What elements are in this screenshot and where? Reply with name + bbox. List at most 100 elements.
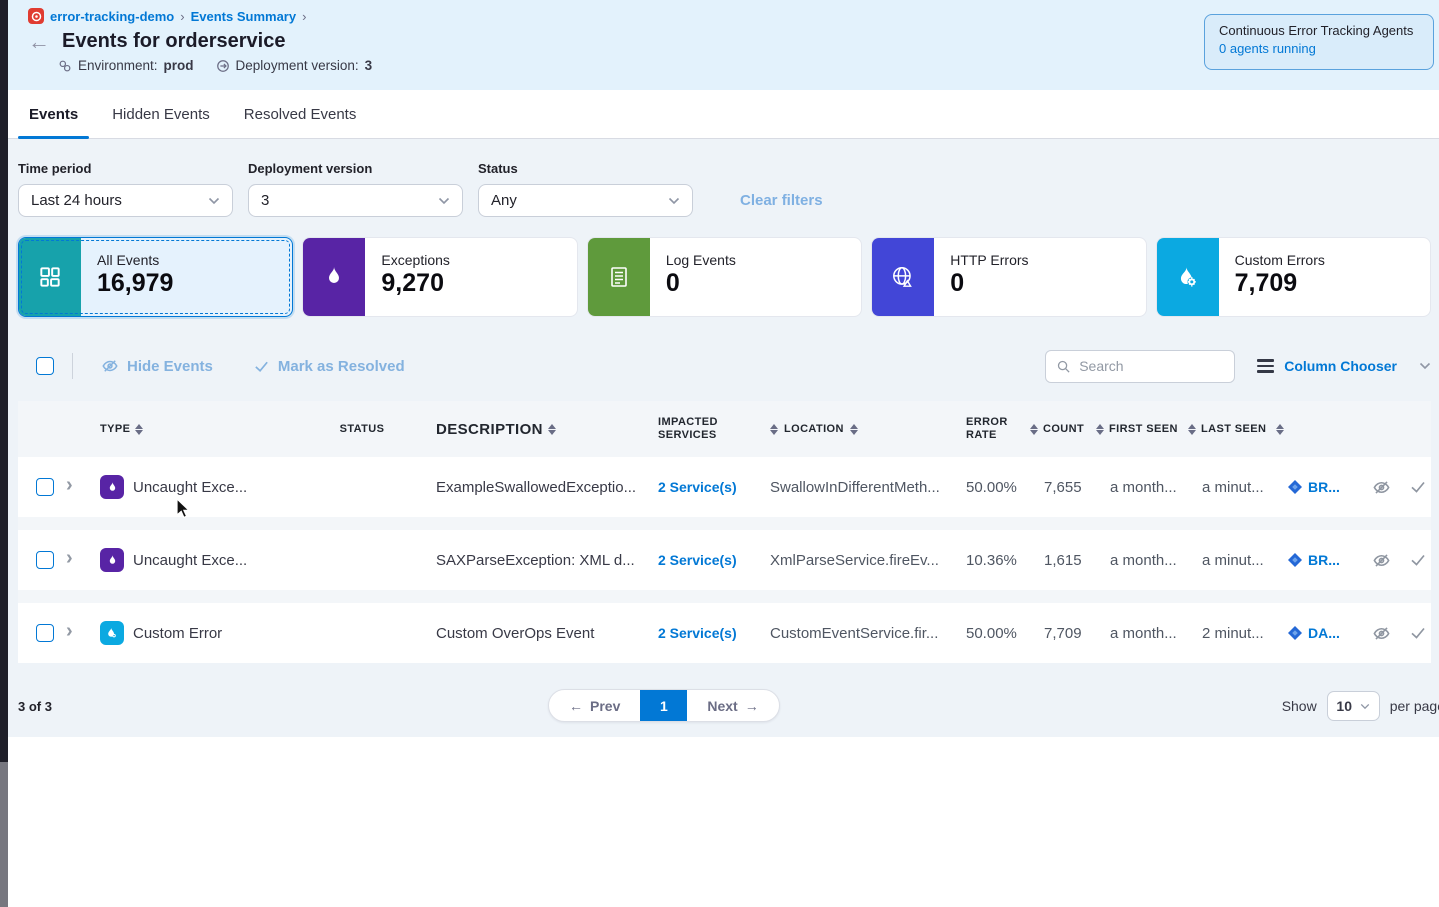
resolve-event-icon[interactable] <box>1409 478 1427 496</box>
stat-cards-row: All Events 16,979 Exceptions 9,270 L <box>18 237 1431 317</box>
deployment-value: 3 <box>365 58 373 73</box>
stat-card-exceptions[interactable]: Exceptions 9,270 <box>302 237 577 317</box>
expand-row-icon[interactable]: › <box>66 620 73 642</box>
sort-icon[interactable] <box>548 424 556 435</box>
back-arrow-icon[interactable]: ← <box>28 33 50 51</box>
clear-filters-button[interactable]: Clear filters <box>740 192 823 209</box>
search-input[interactable] <box>1079 358 1209 374</box>
first-seen-cell: a month... <box>1110 625 1202 642</box>
current-page-button[interactable]: 1 <box>640 690 687 721</box>
stat-card-all-events[interactable]: All Events 16,979 <box>18 237 293 317</box>
column-header-location: LOCATION <box>784 423 844 436</box>
ticket-link[interactable]: BR... <box>1288 479 1372 495</box>
select-all-checkbox[interactable] <box>36 357 54 375</box>
prev-page-button[interactable]: ← Prev <box>549 690 640 721</box>
sort-icon[interactable] <box>1188 424 1196 435</box>
breadcrumb-project-link[interactable]: error-tracking-demo <box>50 9 174 24</box>
row-checkbox[interactable] <box>36 551 54 569</box>
check-icon <box>253 358 270 375</box>
pagination-row: 3 of 3 ← Prev 1 Next → Show 10 <box>18 689 1431 723</box>
flame-gear-icon <box>1157 238 1219 316</box>
table-header-row: TYPE STATUS DESCRIPTION IMPACTED SERVICE… <box>18 401 1431 457</box>
error-rate-cell: 10.36% <box>966 552 1044 569</box>
expand-row-icon[interactable]: › <box>66 547 73 569</box>
environment-icon <box>58 59 72 73</box>
last-seen-cell: a minut... <box>1202 479 1288 496</box>
stat-card-label: All Events <box>97 252 173 268</box>
column-chooser-button[interactable]: Column Chooser <box>1257 358 1431 374</box>
column-header-status: STATUS <box>340 423 385 436</box>
sort-icon[interactable] <box>1276 424 1284 435</box>
chevron-down-icon <box>1419 362 1431 370</box>
row-checkbox[interactable] <box>36 478 54 496</box>
sort-icon[interactable] <box>135 424 143 435</box>
stat-card-http-errors[interactable]: HTTP Errors 0 <box>871 237 1146 317</box>
stat-card-value: 0 <box>666 269 736 298</box>
status-value: Any <box>491 192 517 209</box>
column-header-first-seen: FIRST SEEN <box>1109 423 1178 436</box>
show-label: Show <box>1282 698 1317 714</box>
tab-resolved-events[interactable]: Resolved Events <box>233 90 368 138</box>
stat-card-label: Custom Errors <box>1235 252 1325 268</box>
sidebar-edge-light <box>0 762 8 907</box>
deployment-version-select[interactable]: 3 <box>248 184 463 217</box>
table-row: › Uncaught Exce... ExampleSwallowedExcep… <box>18 457 1431 517</box>
sidebar-edge-dark <box>0 0 8 762</box>
deployment-version-value: 3 <box>261 192 269 209</box>
mark-resolved-button[interactable]: Mark as Resolved <box>253 358 405 375</box>
error-rate-cell: 50.00% <box>966 625 1044 642</box>
jira-diamond-icon <box>1288 553 1302 567</box>
impacted-services-link[interactable]: 2 Service(s) <box>658 625 737 641</box>
last-seen-cell: 2 minut... <box>1202 625 1288 642</box>
environment-value: prod <box>164 58 194 73</box>
stat-card-label: Exceptions <box>381 252 449 268</box>
count-cell: 1,615 <box>1044 552 1110 569</box>
hide-events-button[interactable]: Hide Events <box>101 357 213 375</box>
resolve-event-icon[interactable] <box>1409 551 1427 569</box>
ticket-link[interactable]: DA... <box>1288 625 1372 641</box>
next-page-button[interactable]: Next → <box>687 690 778 721</box>
deployment-version-label: Deployment version <box>248 161 463 176</box>
search-icon <box>1056 359 1071 374</box>
column-header-type: TYPE <box>100 423 130 436</box>
main-content: Time period Last 24 hours Deployment ver… <box>8 139 1439 737</box>
sort-icon[interactable] <box>770 424 778 435</box>
deployment-meta: Deployment version: 3 <box>216 58 373 73</box>
toolbar-divider <box>72 353 73 379</box>
exception-flame-icon <box>100 475 124 499</box>
time-period-select[interactable]: Last 24 hours <box>18 184 233 217</box>
status-filter-label: Status <box>478 161 693 176</box>
error-tracking-logo-icon <box>28 8 44 24</box>
impacted-services-link[interactable]: 2 Service(s) <box>658 552 737 568</box>
hide-event-icon[interactable] <box>1372 624 1391 643</box>
stat-card-custom-errors[interactable]: Custom Errors 7,709 <box>1156 237 1431 317</box>
sort-icon[interactable] <box>1030 424 1038 435</box>
page-size-select[interactable]: 10 <box>1327 691 1380 721</box>
chevron-down-icon <box>1360 703 1370 710</box>
impacted-services-link[interactable]: 2 Service(s) <box>658 479 737 495</box>
expand-row-icon[interactable]: › <box>66 474 73 496</box>
page-title: Events for orderservice <box>62 30 285 53</box>
pager: ← Prev 1 Next → <box>548 689 780 722</box>
ticket-link[interactable]: BR... <box>1288 552 1372 568</box>
row-checkbox[interactable] <box>36 624 54 642</box>
filters-row: Time period Last 24 hours Deployment ver… <box>18 161 1431 217</box>
chevron-down-icon <box>668 197 680 205</box>
hide-event-icon[interactable] <box>1372 551 1391 570</box>
error-tracking-page: error-tracking-demo › Events Summary › ←… <box>8 0 1439 907</box>
stat-card-value: 7,709 <box>1235 269 1325 298</box>
breadcrumb-section-link[interactable]: Events Summary <box>191 9 297 24</box>
status-select[interactable]: Any <box>478 184 693 217</box>
tab-hidden-events[interactable]: Hidden Events <box>101 90 221 138</box>
tab-events[interactable]: Events <box>18 90 89 138</box>
table-row: › Uncaught Exce... SAXParseException: XM… <box>18 530 1431 590</box>
error-rate-cell: 50.00% <box>966 479 1044 496</box>
sort-icon[interactable] <box>850 424 858 435</box>
hide-event-icon[interactable] <box>1372 478 1391 497</box>
resolve-event-icon[interactable] <box>1409 624 1427 642</box>
document-icon <box>588 238 650 316</box>
sort-icon[interactable] <box>1096 424 1104 435</box>
grid-icon <box>19 238 81 316</box>
agents-running-link[interactable]: 0 agents running <box>1219 41 1419 56</box>
stat-card-log-events[interactable]: Log Events 0 <box>587 237 862 317</box>
